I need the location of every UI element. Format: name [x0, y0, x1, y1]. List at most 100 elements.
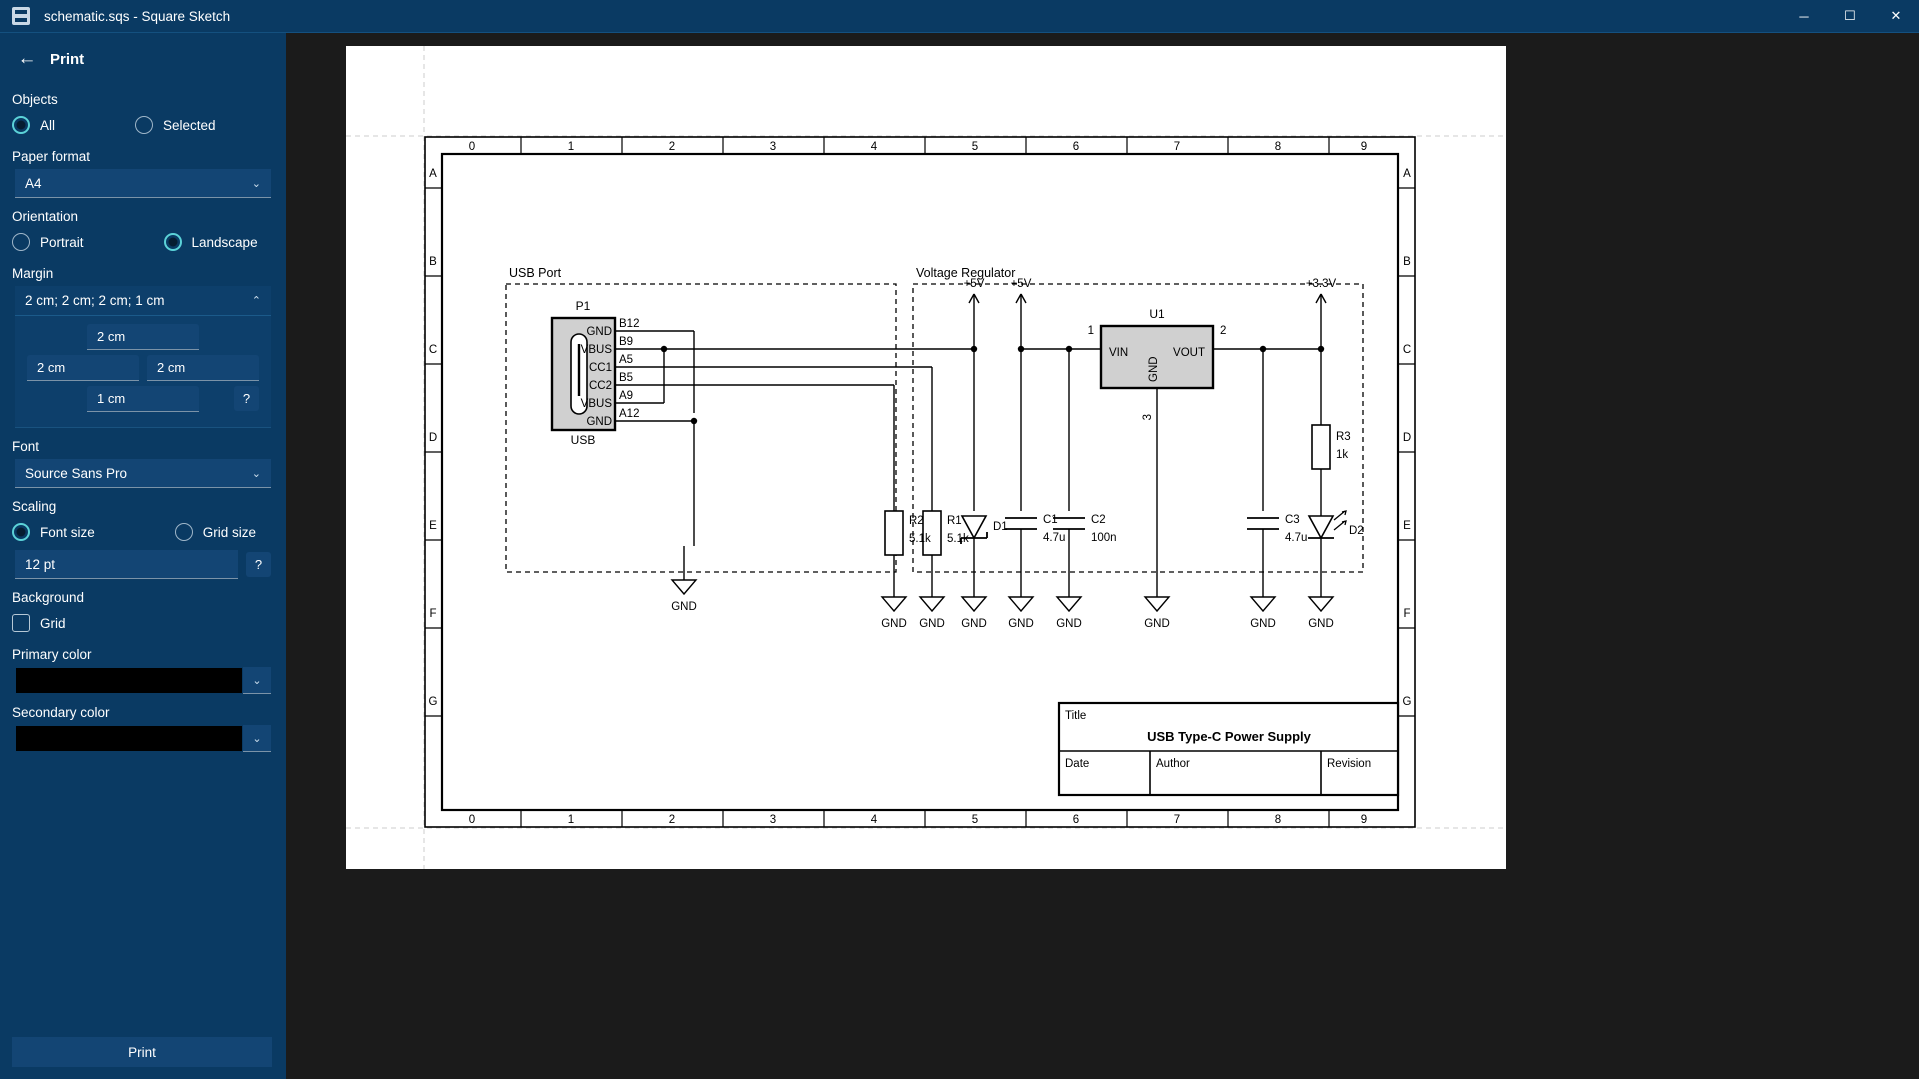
component-footer-p1: USB: [571, 433, 596, 447]
page-title: Print: [50, 50, 85, 68]
svg-text:+5V: +5V: [964, 278, 985, 290]
svg-text:B: B: [429, 256, 437, 268]
component-value-r2: 5.1k: [909, 533, 931, 545]
primary-color-picker[interactable]: ⌄: [15, 667, 271, 694]
svg-text:9: 9: [1361, 814, 1367, 826]
svg-text:E: E: [429, 520, 437, 532]
paper-format-select[interactable]: A4 ⌄: [15, 169, 271, 198]
svg-text:A: A: [1403, 168, 1411, 180]
svg-text:3: 3: [770, 814, 776, 826]
secondary-color-swatch: [15, 725, 243, 752]
radio-orientation-landscape[interactable]: Landscape: [163, 233, 258, 251]
window-title: schematic.sqs - Square Sketch: [44, 8, 231, 24]
radio-orientation-portrait[interactable]: Portrait: [12, 233, 84, 251]
svg-text:F: F: [429, 608, 436, 620]
margin-summary-value: 2 cm; 2 cm; 2 cm; 1 cm: [25, 293, 165, 308]
margin-bottom-row: 1 cm ?: [19, 386, 267, 412]
gnd-symbol: GND: [1307, 596, 1335, 630]
margin-group: 2 cm; 2 cm; 2 cm; 1 cm ⌃ 2 cm 2 cm 2 cm …: [15, 286, 271, 428]
window-titlebar: schematic.sqs - Square Sketch ─ ☐ ✕: [0, 0, 1919, 33]
margin-left-input[interactable]: 2 cm: [27, 355, 139, 381]
radio-objects-all[interactable]: All: [12, 116, 55, 134]
paper-format-value: A4: [25, 175, 42, 191]
scaling-help-button[interactable]: ?: [246, 552, 271, 577]
svg-text:3: 3: [770, 141, 776, 153]
radio-scaling-grid-size[interactable]: Grid size: [174, 523, 256, 541]
component-ref-p1: P1: [576, 299, 591, 313]
component-ref-r2: R2: [909, 515, 924, 527]
font-value: Source Sans Pro: [25, 465, 128, 481]
svg-text:5: 5: [972, 814, 978, 826]
gnd-symbols-regulator: GND GND GND GND GND: [1007, 596, 1335, 630]
gnd-symbols-usb: GND GND GND GND: [670, 546, 988, 630]
radio-label: Portrait: [40, 234, 84, 250]
svg-text:4: 4: [871, 141, 878, 153]
print-preview-canvas[interactable]: 0 1 2 3 4 5 6 7 8 9 0 1 2 3 4 5 6 7 8 9 A B C D E F G A B…: [286, 33, 1919, 1079]
svg-text:2: 2: [669, 141, 675, 153]
svg-text:7: 7: [1174, 814, 1180, 826]
svg-text:6: 6: [1073, 814, 1079, 826]
svg-text:GND: GND: [1056, 618, 1082, 630]
svg-text:E: E: [1403, 520, 1411, 532]
gnd-symbol: GND: [670, 546, 698, 613]
font-select[interactable]: Source Sans Pro ⌄: [15, 459, 271, 488]
panel-header: ← Print: [0, 37, 286, 81]
pin-name-gnd-2: GND: [586, 416, 612, 428]
pin-number-a5: A5: [619, 354, 633, 366]
chevron-down-icon[interactable]: ⌄: [243, 667, 271, 694]
background-grid-checkbox[interactable]: Grid: [0, 610, 286, 636]
radio-indicator: [12, 116, 30, 134]
print-settings-sidebar: ← Print Objects All Selected Paper forma…: [0, 33, 286, 1079]
radio-label: Landscape: [191, 234, 258, 250]
radio-indicator: [163, 233, 182, 251]
component-ref-d2: D2: [1349, 525, 1364, 537]
title-block-title-label: Title: [1065, 710, 1086, 722]
component-ref-r1: R1: [947, 515, 962, 527]
component-c1: C1 4.7u: [1005, 514, 1065, 597]
margin-bottom-input[interactable]: 1 cm: [87, 386, 199, 412]
chevron-down-icon[interactable]: ⌄: [243, 725, 271, 752]
component-r3: R3 1k: [1311, 424, 1351, 470]
svg-text:GND: GND: [1144, 618, 1170, 630]
pin-number-1: 1: [1088, 325, 1094, 337]
margin-top-input[interactable]: 2 cm: [87, 324, 199, 350]
svg-text:1: 1: [568, 814, 574, 826]
chevron-up-icon: ⌃: [251, 295, 261, 307]
orientation-radio-group: Portrait Landscape: [0, 229, 286, 255]
title-block-date-label: Date: [1065, 758, 1089, 770]
svg-text:GND: GND: [881, 618, 907, 630]
scaling-value-input[interactable]: 12 pt: [15, 550, 238, 579]
gnd-symbol: GND: [960, 596, 988, 630]
checkbox-label: Grid: [40, 615, 66, 631]
svg-text:C: C: [1403, 344, 1411, 356]
svg-text:GND: GND: [1308, 618, 1334, 630]
svg-text:D: D: [1403, 432, 1411, 444]
radio-objects-selected[interactable]: Selected: [135, 116, 216, 134]
close-button[interactable]: ✕: [1873, 0, 1919, 33]
radio-scaling-font-size[interactable]: Font size: [12, 523, 95, 541]
component-ref-d1: D1: [993, 521, 1008, 533]
pin-number-a9: A9: [619, 390, 633, 402]
print-button[interactable]: Print: [12, 1037, 272, 1067]
maximize-button[interactable]: ☐: [1827, 0, 1873, 33]
component-value-c3: 4.7u: [1285, 532, 1307, 544]
minimize-button[interactable]: ─: [1781, 0, 1827, 33]
orientation-label: Orientation: [12, 209, 79, 224]
component-ref-c2: C2: [1091, 514, 1106, 526]
margin-help-button[interactable]: ?: [234, 386, 259, 411]
margin-summary-toggle[interactable]: 2 cm; 2 cm; 2 cm; 1 cm ⌃: [15, 286, 271, 316]
radio-indicator: [12, 233, 30, 251]
margin-side-row: 2 cm 2 cm: [19, 355, 267, 381]
svg-text:GND: GND: [1250, 618, 1276, 630]
back-arrow-icon[interactable]: ←: [12, 44, 42, 74]
secondary-color-picker[interactable]: ⌄: [15, 725, 271, 752]
background-label: Background: [12, 590, 85, 605]
margin-right-input[interactable]: 2 cm: [147, 355, 259, 381]
component-c3: C3 4.7u: [1247, 514, 1307, 597]
component-value-c2: 100n: [1091, 532, 1117, 544]
svg-text:7: 7: [1174, 141, 1180, 153]
gnd-symbol: GND: [918, 596, 946, 630]
scaling-radio-group: Font size Grid size: [0, 519, 286, 545]
component-d2: D2: [1307, 510, 1364, 597]
title-block-title-value: USB Type-C Power Supply: [1147, 729, 1311, 744]
